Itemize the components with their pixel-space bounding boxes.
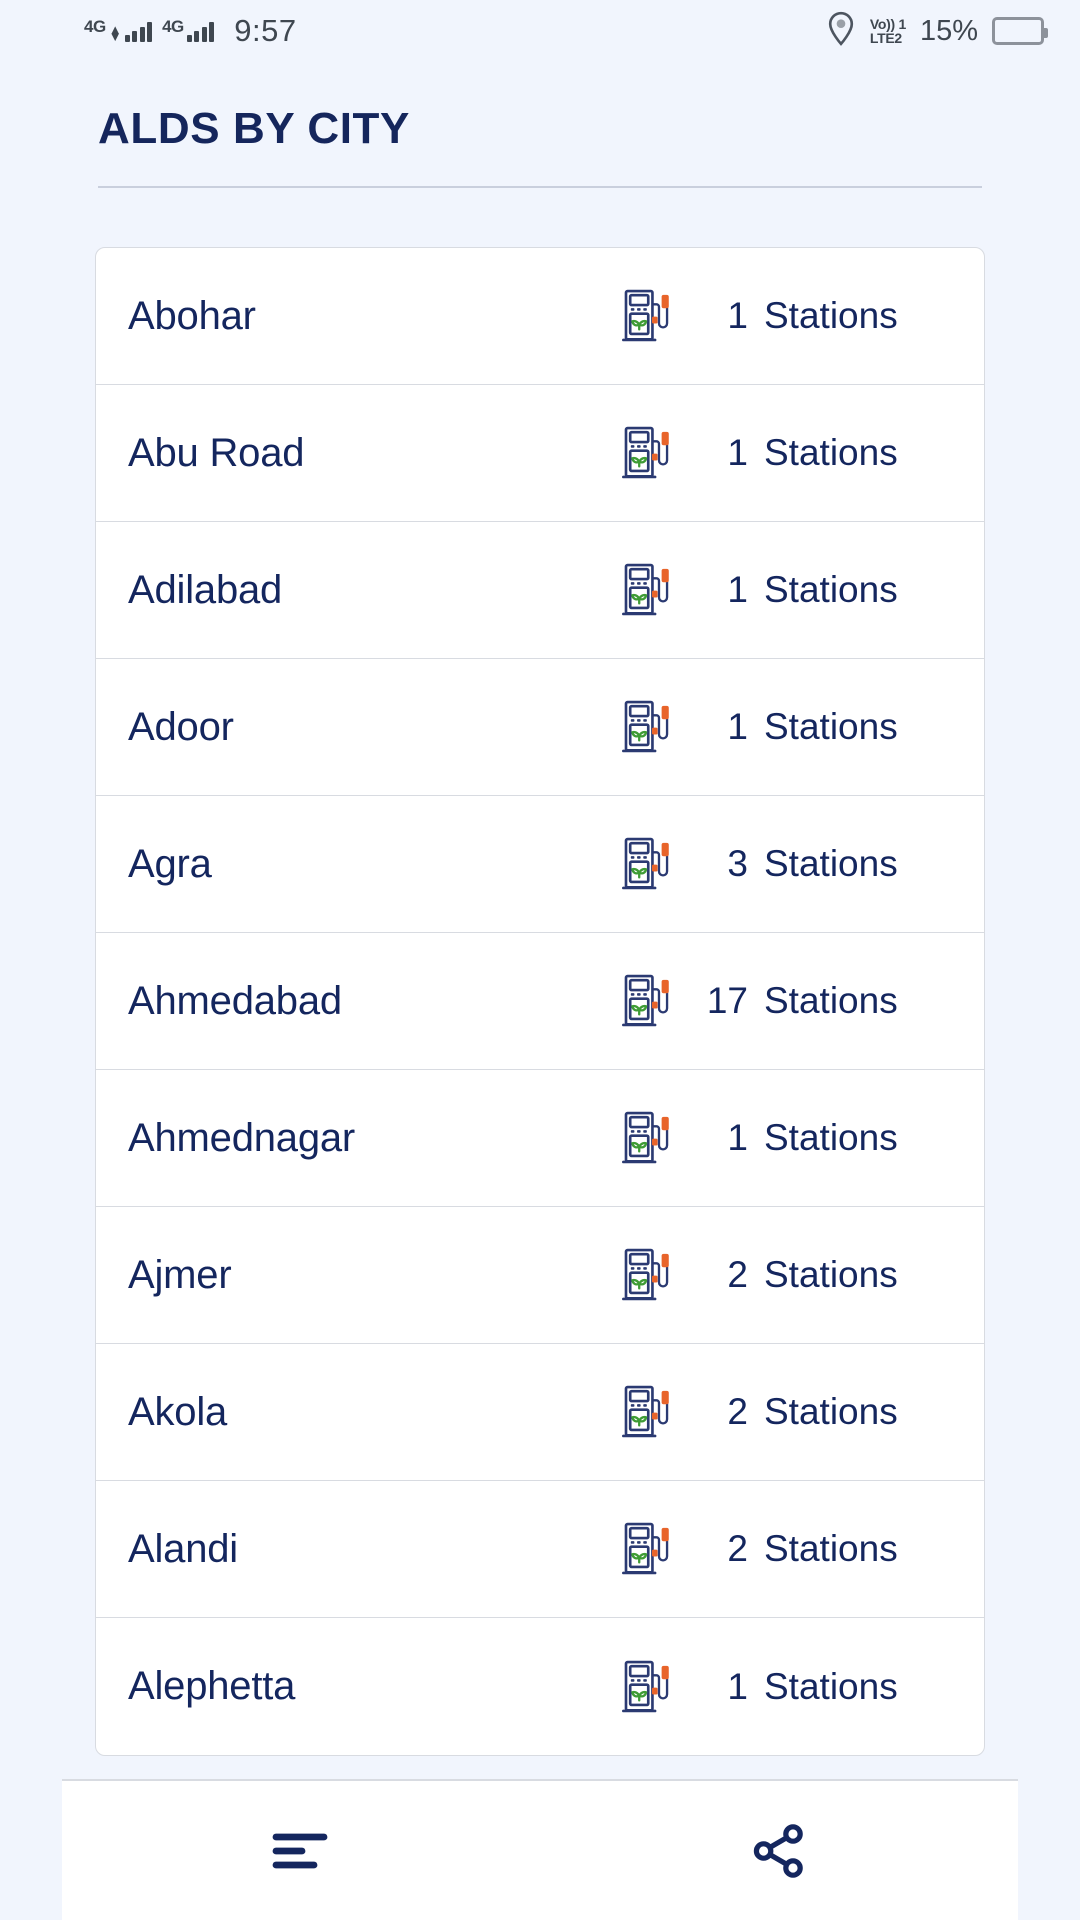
city-list-row[interactable]: Adilabad 1 Stations	[96, 522, 984, 659]
city-name: Ajmer	[128, 1252, 232, 1297]
station-unit-label: Stations	[764, 1391, 898, 1432]
station-count-group: 2 Stations	[620, 1247, 942, 1303]
eco-fuel-pump-icon	[620, 836, 674, 892]
station-unit-label: Stations	[764, 1254, 898, 1295]
station-count: 1	[727, 432, 748, 473]
city-list-row[interactable]: Abu Road 1 Stations	[96, 385, 984, 522]
page-title: ALDS BY CITY	[98, 104, 410, 153]
station-count: 3	[727, 843, 748, 884]
city-list-card: Abohar 1 Stations Abu Road 1 Stations Ad…	[95, 247, 985, 1756]
city-list-row[interactable]: Abohar 1 Stations	[96, 248, 984, 385]
list-menu-icon	[272, 1829, 330, 1873]
station-count-group: 1 Stations	[620, 1659, 942, 1715]
station-count-group: 1 Stations	[620, 425, 942, 481]
volte-line-1: Vo)) 1	[869, 16, 906, 32]
bottom-navigation-bar	[62, 1779, 1018, 1920]
city-list-row[interactable]: Alandi 2 Stations	[96, 1481, 984, 1618]
station-count: 1	[727, 706, 748, 747]
share-icon	[752, 1823, 806, 1878]
station-unit-label: Stations	[764, 295, 898, 336]
station-count: 1	[727, 1665, 748, 1707]
station-unit-label: Stations	[764, 980, 898, 1021]
city-list-row[interactable]: Alephetta 1 Stations	[96, 1618, 984, 1755]
station-unit-label: Stations	[764, 1528, 898, 1569]
station-count-group: 1 Stations	[620, 562, 942, 618]
eco-fuel-pump-icon	[620, 1110, 674, 1166]
station-unit-label: Stations	[764, 432, 898, 473]
station-count-group: 2 Stations	[620, 1384, 942, 1440]
eco-fuel-pump-icon	[620, 288, 674, 344]
battery-icon	[992, 17, 1048, 45]
station-count-group: 1 Stations	[620, 699, 942, 755]
data-arrows-icon-1: ▲ ▼	[108, 22, 122, 44]
station-unit-label: Stations	[764, 1665, 898, 1707]
city-name: Agra	[128, 841, 212, 886]
city-list-row[interactable]: Ajmer 2 Stations	[96, 1207, 984, 1344]
station-count: 17	[706, 980, 748, 1021]
city-name: Adilabad	[128, 567, 283, 612]
city-list-row[interactable]: Adoor 1 Stations	[96, 659, 984, 796]
eco-fuel-pump-icon	[620, 1247, 674, 1303]
network-type-label-1: 4G	[84, 17, 106, 36]
eco-fuel-pump-icon	[620, 425, 674, 481]
eco-fuel-pump-icon	[620, 1521, 674, 1577]
list-menu-button[interactable]	[62, 1829, 540, 1873]
eco-fuel-pump-icon	[620, 973, 674, 1029]
status-bar-left: 4G ▲ ▼ 4G 9:57	[84, 13, 297, 49]
eco-fuel-pump-icon	[620, 1659, 674, 1715]
city-list-row[interactable]: Ahmednagar 1 Stations	[96, 1070, 984, 1207]
signal-4g-icon-2: 4G	[162, 17, 215, 42]
station-count: 2	[727, 1254, 748, 1295]
station-count-group: 3 Stations	[620, 836, 942, 892]
station-count: 1	[727, 295, 748, 336]
station-count-group: 2 Stations	[620, 1521, 942, 1577]
volte-indicator: Vo)) 1 LTE2	[870, 17, 906, 45]
city-name: Ahmednagar	[128, 1115, 356, 1160]
signal-bars-1	[124, 20, 153, 42]
city-list-row[interactable]: Akola 2 Stations	[96, 1344, 984, 1481]
city-name: Alandi	[128, 1526, 238, 1571]
signal-bars-2	[186, 20, 215, 42]
status-bar-clock: 9:57	[234, 13, 297, 48]
station-count: 2	[727, 1528, 748, 1569]
network-type-label-2: 4G	[162, 17, 184, 36]
eco-fuel-pump-icon	[620, 699, 674, 755]
station-unit-label: Stations	[764, 706, 898, 747]
city-name: Alephetta	[128, 1664, 296, 1708]
city-name: Ahmedabad	[128, 978, 342, 1023]
station-count: 2	[727, 1391, 748, 1432]
city-name: Akola	[128, 1389, 228, 1434]
city-name: Abohar	[128, 293, 256, 338]
station-count: 1	[727, 569, 748, 610]
station-unit-label: Stations	[764, 1117, 898, 1158]
city-name: Adoor	[128, 704, 234, 749]
location-pin-icon	[826, 11, 856, 52]
city-list-row[interactable]: Agra 3 Stations	[96, 796, 984, 933]
city-name: Abu Road	[128, 430, 305, 475]
battery-percent-label: 15%	[919, 14, 978, 47]
station-count: 1	[727, 1117, 748, 1158]
volte-line-2: LTE2	[869, 30, 902, 46]
status-bar: 4G ▲ ▼ 4G 9:57 Vo)) 1 LTE2 15%	[0, 0, 1080, 62]
eco-fuel-pump-icon	[620, 1384, 674, 1440]
eco-fuel-pump-icon	[620, 562, 674, 618]
signal-4g-icon-1: 4G ▲ ▼	[84, 17, 153, 44]
status-bar-right: Vo)) 1 LTE2 15%	[826, 11, 1048, 52]
share-button[interactable]	[540, 1823, 1018, 1878]
station-count-group: 17 Stations	[620, 973, 942, 1029]
city-list-row[interactable]: Ahmedabad 17 Stations	[96, 933, 984, 1070]
station-count-group: 1 Stations	[620, 288, 942, 344]
station-unit-label: Stations	[764, 843, 898, 884]
station-unit-label: Stations	[764, 569, 898, 610]
title-divider	[98, 186, 982, 188]
station-count-group: 1 Stations	[620, 1110, 942, 1166]
